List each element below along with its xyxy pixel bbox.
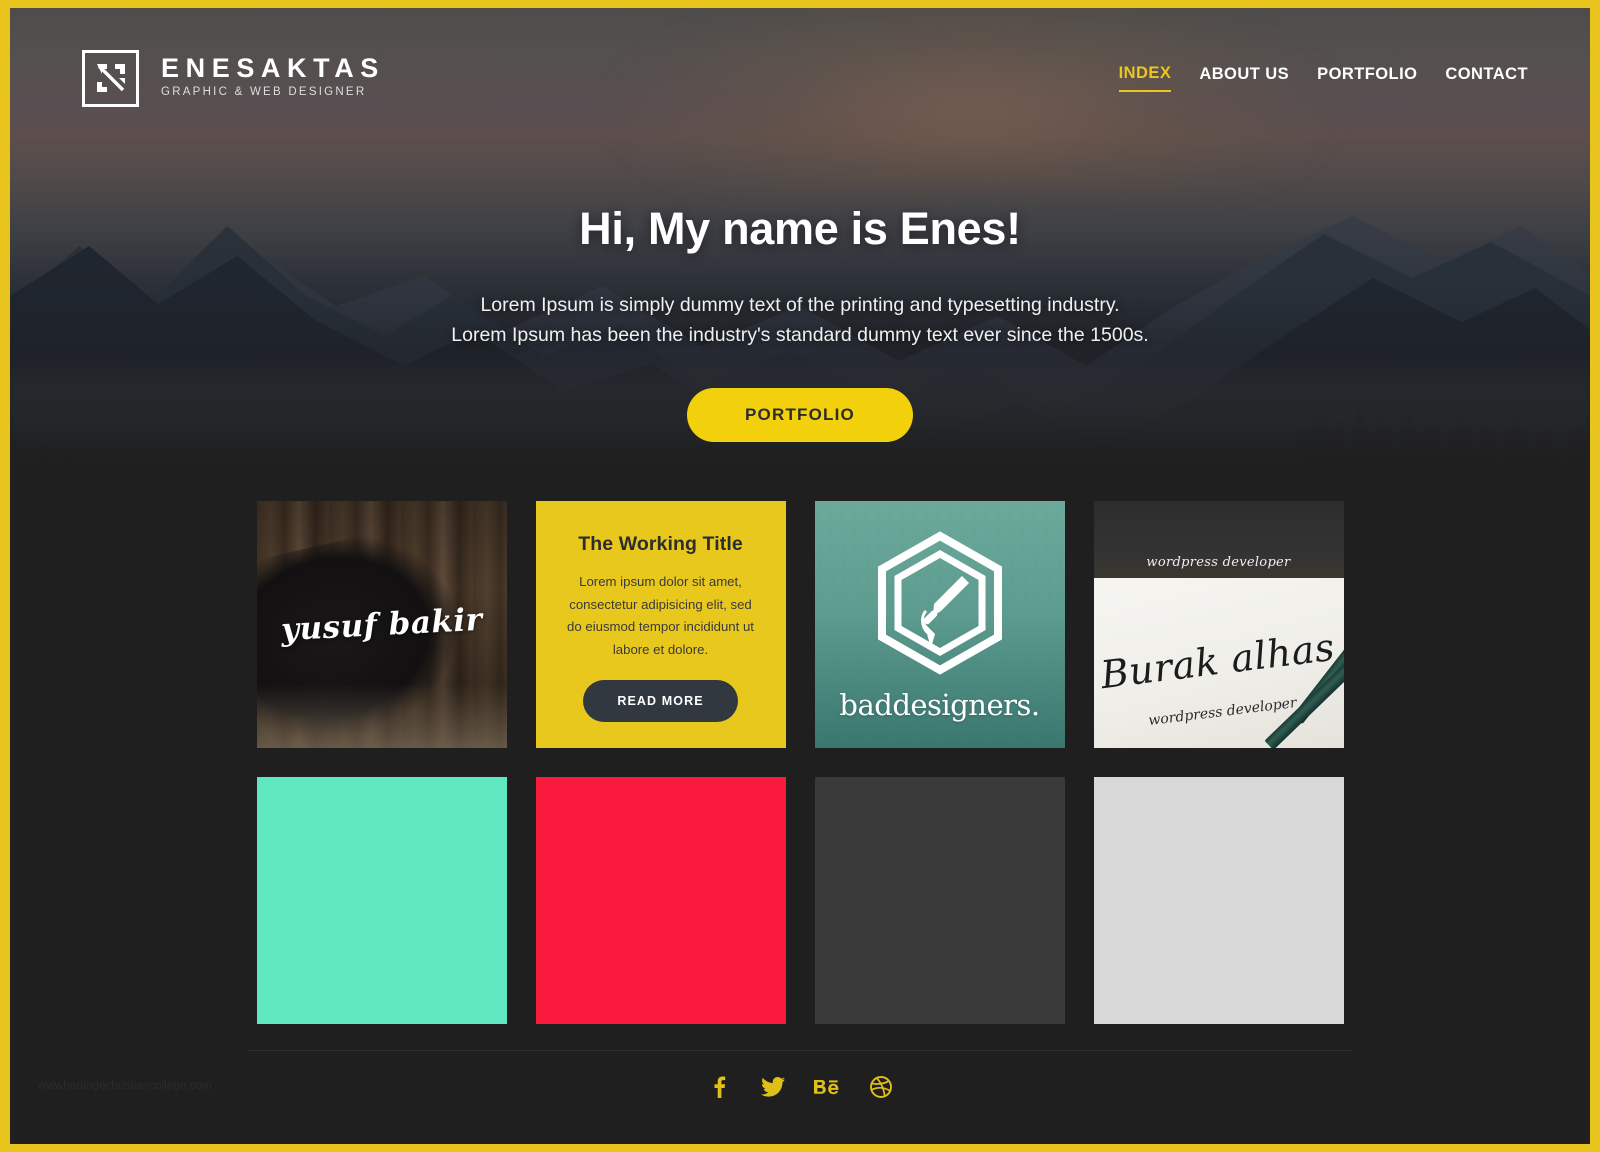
portfolio-tile-swatch-charcoal[interactable] <box>814 777 1065 1024</box>
hexagon-pen-badge-icon <box>877 530 1002 675</box>
footer-divider <box>248 1050 1352 1051</box>
portfolio-tile-baddesigners[interactable]: baddesigners. <box>814 501 1065 748</box>
nav-item-portfolio[interactable]: PORTFOLIO <box>1317 65 1417 91</box>
nav-item-index[interactable]: INDEX <box>1118 64 1172 92</box>
nav-item-contact[interactable]: CONTACT <box>1445 65 1528 91</box>
behance-glyph <box>814 1080 839 1095</box>
brand-tagline: GRAPHIC & WEB DESIGNER <box>161 86 367 99</box>
facebook-glyph <box>714 1076 725 1098</box>
portfolio-tile-working-title[interactable]: The Working Title Lorem ipsum dolor sit … <box>535 501 786 748</box>
hero-content: Hi, My name is Enes! Lorem Ipsum is simp… <box>10 203 1590 443</box>
burak-logo-text: Burak alhas <box>1097 624 1337 698</box>
burak-top-caption-text: wordpress developer <box>1146 554 1291 570</box>
dribbble-icon[interactable] <box>868 1074 894 1100</box>
brand-logo[interactable]: ENESAKTAS GRAPHIC & WEB DESIGNER <box>82 49 385 107</box>
portfolio-tile-swatch-lightgray[interactable] <box>1093 777 1344 1024</box>
portfolio-tile-burak-alhas[interactable]: wordpress developer Burak alhas wordpres… <box>1093 501 1344 748</box>
hero-subtitle-line-1: Lorem Ipsum is simply dummy text of the … <box>480 294 1120 316</box>
baddesigners-logo-text: baddesigners. <box>839 687 1040 722</box>
site-header: ENESAKTAS GRAPHIC & WEB DESIGNER INDEX A… <box>10 8 1590 148</box>
burak-paper: Burak alhas wordpress developer <box>1093 577 1344 748</box>
hero-title: Hi, My name is Enes! <box>579 203 1021 254</box>
watermark-text: wwwheritagechristiancollege.com <box>38 1080 212 1092</box>
portfolio-tile-guitar[interactable]: yusuf bakir <box>256 501 507 748</box>
card-title: The Working Title <box>578 533 743 555</box>
burak-role-text: wordpress developer <box>1147 694 1298 729</box>
card-body: Lorem ipsum dolor sit amet, consectetur … <box>567 574 754 658</box>
monogram-logo-icon <box>82 49 139 107</box>
hero-subtitle: Lorem Ipsum is simply dummy text of the … <box>10 291 1590 350</box>
guitar-floor <box>256 683 507 748</box>
site-footer <box>10 1074 1590 1100</box>
hero-section: ENESAKTAS GRAPHIC & WEB DESIGNER INDEX A… <box>10 8 1590 486</box>
burak-top-caption: wordpress developer <box>1093 501 1344 578</box>
dribbble-glyph <box>870 1076 892 1098</box>
twitter-icon[interactable] <box>760 1074 786 1100</box>
main-navigation: INDEX ABOUT US PORTFOLIO CONTACT <box>1118 64 1528 92</box>
twitter-glyph <box>761 1077 785 1097</box>
hero-portfolio-button[interactable]: PORTFOLIO <box>687 388 913 443</box>
portfolio-section: yusuf bakir The Working Title Lorem ipsu… <box>10 501 1590 1024</box>
portfolio-tile-swatch-crimson[interactable] <box>535 777 786 1024</box>
nav-item-about-us[interactable]: ABOUT US <box>1199 65 1289 91</box>
portfolio-tile-swatch-mint[interactable] <box>256 777 507 1024</box>
hero-subtitle-line-2: Lorem Ipsum has been the industry's stan… <box>451 323 1149 346</box>
page-frame: ENESAKTAS GRAPHIC & WEB DESIGNER INDEX A… <box>10 8 1590 1144</box>
brand-name: ENESAKTAS <box>161 53 385 84</box>
behance-icon[interactable] <box>814 1074 840 1100</box>
page-root: ENESAKTAS GRAPHIC & WEB DESIGNER INDEX A… <box>0 0 1600 1152</box>
portfolio-grid: yusuf bakir The Working Title Lorem ipsu… <box>240 501 1360 1024</box>
facebook-icon[interactable] <box>706 1074 732 1100</box>
read-more-button[interactable]: READ MORE <box>583 679 738 722</box>
